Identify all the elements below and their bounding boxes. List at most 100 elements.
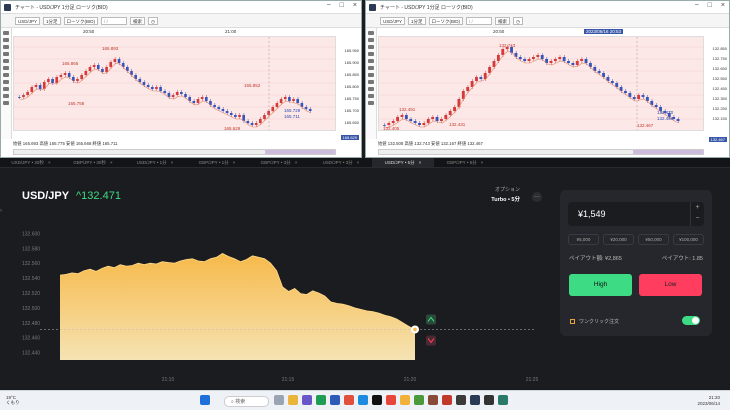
window-titlebar[interactable]: チャート - USD/JPY 1分足 ローソク(BID) − □ ×	[1, 1, 361, 14]
clock-icon[interactable]: ◷	[513, 16, 523, 25]
trading-app-icon[interactable]	[470, 395, 480, 405]
tab-usdjpy-5m[interactable]: USD/JPY • 5分 ×	[372, 158, 434, 167]
price-area-chart[interactable]: 132.600 132.580 132.560 132.540 132.520 132.5…	[20, 220, 550, 385]
close-icon[interactable]: ×	[171, 160, 174, 165]
symbol-select[interactable]: USD/JPY	[380, 16, 406, 25]
quick-amount-button[interactable]: ¥5,000	[568, 234, 599, 245]
line-tool-icon[interactable]	[3, 38, 9, 42]
tab-gbpjpy-3m[interactable]: GBP/JPY • 3分 ×	[248, 158, 310, 167]
close-icon[interactable]: ×	[295, 160, 298, 165]
decrease-amount-button[interactable]: −	[691, 213, 704, 224]
app-icon[interactable]	[428, 395, 438, 405]
quick-amount-button[interactable]: ¥50,000	[638, 234, 669, 245]
office-icon[interactable]	[386, 395, 396, 405]
up-arrow-icon[interactable]	[426, 314, 436, 325]
search-button[interactable]: 検索	[130, 16, 146, 25]
zoom-tool-icon[interactable]	[3, 80, 9, 84]
chart-scrollbar[interactable]	[378, 149, 704, 155]
tab-gbpjpy-5m[interactable]: GBP/JPY • 5分 ×	[434, 158, 496, 167]
shape-tool-icon[interactable]	[368, 66, 374, 70]
lock-tool-icon[interactable]	[368, 94, 374, 98]
amount-field[interactable]: ¥1,549 + −	[568, 202, 704, 226]
eye-tool-icon[interactable]	[368, 87, 374, 91]
high-button[interactable]: High	[569, 274, 632, 296]
symbol-select[interactable]: USD/JPY	[15, 16, 41, 25]
line-tool-icon[interactable]	[368, 38, 374, 42]
low-button[interactable]: Low	[639, 274, 702, 296]
measure-tool-icon[interactable]	[368, 73, 374, 77]
timeframe-select[interactable]: 1分足	[43, 16, 61, 25]
minimize-icon[interactable]: −	[327, 2, 331, 9]
start-icon[interactable]	[200, 395, 210, 405]
pen-tool-icon[interactable]	[3, 45, 9, 49]
excel-icon[interactable]	[316, 395, 326, 405]
increase-amount-button[interactable]: +	[691, 202, 704, 213]
expand-sidebar-icon[interactable]: ›	[0, 208, 8, 214]
zoom-tool-icon[interactable]	[368, 80, 374, 84]
one-click-toggle[interactable]	[682, 316, 700, 325]
timeframe-select[interactable]: 1分足	[408, 16, 426, 25]
date-input[interactable]: / /	[466, 16, 493, 25]
teams-icon[interactable]	[302, 395, 312, 405]
text-tool-icon[interactable]	[368, 52, 374, 56]
terminal-icon[interactable]	[372, 395, 382, 405]
close-icon[interactable]: ×	[357, 160, 360, 165]
down-arrow-icon[interactable]	[426, 335, 436, 346]
chart-scrollbar[interactable]	[13, 149, 336, 155]
tab-usdjpy-30s[interactable]: USD/JPY • 30秒 ×	[0, 158, 62, 167]
cursor-tool-icon[interactable]	[368, 31, 374, 35]
text-tool-icon[interactable]	[3, 52, 9, 56]
tab-gbpjpy-1m[interactable]: GBP/JPY • 1分 ×	[186, 158, 248, 167]
option-value[interactable]: Turbo • 5分	[470, 195, 520, 203]
fib-tool-icon[interactable]	[3, 59, 9, 63]
candle-body	[571, 63, 575, 65]
delete-tool-icon[interactable]	[368, 101, 374, 105]
search-button[interactable]: 検索	[495, 16, 511, 25]
tab-usdjpy-3m[interactable]: USD/JPY • 3分 ×	[310, 158, 372, 167]
chart-type-select[interactable]: ローソク(BID)	[428, 16, 464, 25]
close-icon[interactable]: ×	[110, 160, 113, 165]
lock-tool-icon[interactable]	[3, 94, 9, 98]
maximize-icon[interactable]: □	[708, 2, 712, 9]
close-icon[interactable]: ×	[353, 2, 357, 9]
quick-amount-button[interactable]: ¥20,000	[603, 234, 634, 245]
candlestick-chart[interactable]: 132.743 132.491 132.405 132.431 132.470 …	[378, 36, 704, 131]
measure-tool-icon[interactable]	[3, 73, 9, 77]
close-icon[interactable]: ×	[48, 160, 51, 165]
pen-tool-icon[interactable]	[368, 45, 374, 49]
chrome-icon[interactable]	[400, 395, 410, 405]
explorer-icon[interactable]	[288, 395, 298, 405]
word-icon[interactable]	[330, 395, 340, 405]
delete-tool-icon[interactable]	[3, 101, 9, 105]
task-view-icon[interactable]	[274, 395, 284, 405]
minimize-icon[interactable]: −	[695, 2, 699, 9]
fib-tool-icon[interactable]	[368, 59, 374, 63]
tab-gbpjpy-30s[interactable]: GBP/JPY • 30秒 ×	[62, 158, 124, 167]
weather-widget[interactable]: 19°C くもり	[6, 395, 20, 405]
app-icon[interactable]	[414, 395, 424, 405]
tab-usdjpy-1m[interactable]: USD/JPY • 1分 ×	[124, 158, 186, 167]
close-icon[interactable]: ×	[233, 160, 236, 165]
window-titlebar[interactable]: チャート - USD/JPY 1分足 ローソク(BID) − □ ×	[366, 1, 729, 14]
chart-type-select[interactable]: ローソク(BID)	[63, 16, 99, 25]
close-icon[interactable]: ×	[721, 2, 725, 9]
app-icon[interactable]	[484, 395, 494, 405]
app-icon[interactable]	[498, 395, 508, 405]
date-input[interactable]: / /	[101, 16, 128, 25]
clock-icon[interactable]: ◷	[148, 16, 158, 25]
close-icon[interactable]: ×	[419, 160, 422, 165]
more-icon[interactable]: …	[532, 192, 542, 202]
system-clock[interactable]: 21:20 2023/06/14	[697, 395, 720, 406]
candlestick-chart[interactable]: 165.893 165.865 165.758 165.852 165.729 …	[13, 36, 336, 131]
shape-tool-icon[interactable]	[3, 66, 9, 70]
taskbar-search[interactable]: ⌕ 検索	[224, 396, 269, 407]
close-icon[interactable]: ×	[481, 160, 484, 165]
edge-icon[interactable]	[358, 395, 368, 405]
cursor-tool-icon[interactable]	[3, 31, 9, 35]
app-icon[interactable]	[456, 395, 466, 405]
app-icon[interactable]	[442, 395, 452, 405]
quick-amount-button[interactable]: ¥100,000	[673, 234, 704, 245]
maximize-icon[interactable]: □	[340, 2, 344, 9]
eye-tool-icon[interactable]	[3, 87, 9, 91]
powerpoint-icon[interactable]	[344, 395, 354, 405]
